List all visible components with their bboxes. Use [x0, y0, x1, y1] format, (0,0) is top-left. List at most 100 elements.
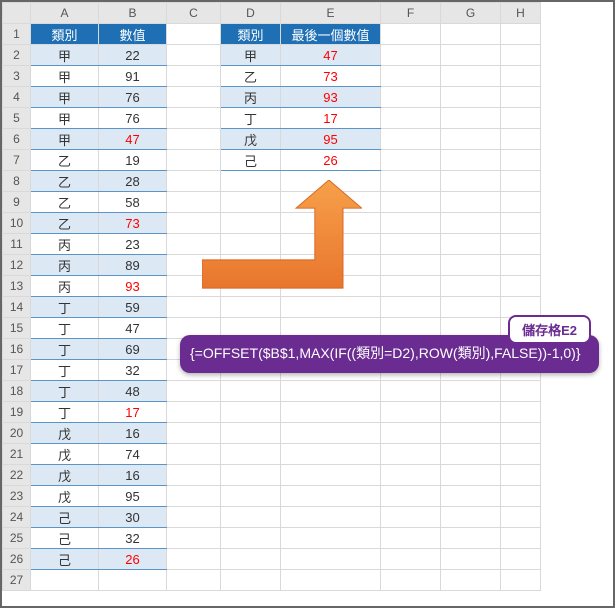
cell-F5[interactable]	[381, 108, 441, 129]
cell-D10[interactable]	[221, 213, 281, 234]
cell-E19[interactable]	[281, 402, 381, 423]
cell-D4[interactable]: 丙	[221, 87, 281, 108]
cell-A12[interactable]: 丙	[31, 255, 99, 276]
cell-H7[interactable]	[501, 150, 541, 171]
row-header-20[interactable]: 20	[3, 423, 31, 444]
row-header-13[interactable]: 13	[3, 276, 31, 297]
cell-B5[interactable]: 76	[99, 108, 167, 129]
cell-G7[interactable]	[441, 150, 501, 171]
cell-F4[interactable]	[381, 87, 441, 108]
cell-D27[interactable]	[221, 570, 281, 591]
cell-C7[interactable]	[167, 150, 221, 171]
cell-H3[interactable]	[501, 66, 541, 87]
cell-B8[interactable]: 28	[99, 171, 167, 192]
cell-A7[interactable]: 乙	[31, 150, 99, 171]
cell-A2[interactable]: 甲	[31, 45, 99, 66]
col-header-F[interactable]: F	[381, 3, 441, 24]
cell-C3[interactable]	[167, 66, 221, 87]
cell-H4[interactable]	[501, 87, 541, 108]
cell-E22[interactable]	[281, 465, 381, 486]
cell-E27[interactable]	[281, 570, 381, 591]
cell-C20[interactable]	[167, 423, 221, 444]
row-header-17[interactable]: 17	[3, 360, 31, 381]
cell-G14[interactable]	[441, 297, 501, 318]
cell-A9[interactable]: 乙	[31, 192, 99, 213]
cell-C8[interactable]	[167, 171, 221, 192]
cell-H1[interactable]	[501, 24, 541, 45]
row-header-16[interactable]: 16	[3, 339, 31, 360]
cell-D3[interactable]: 乙	[221, 66, 281, 87]
cell-C5[interactable]	[167, 108, 221, 129]
cell-H27[interactable]	[501, 570, 541, 591]
cell-F2[interactable]	[381, 45, 441, 66]
cell-G9[interactable]	[441, 192, 501, 213]
corner-cell[interactable]	[3, 3, 31, 24]
cell-D18[interactable]	[221, 381, 281, 402]
cell-B10[interactable]: 73	[99, 213, 167, 234]
cell-B23[interactable]: 95	[99, 486, 167, 507]
cell-A5[interactable]: 甲	[31, 108, 99, 129]
cell-D5[interactable]: 丁	[221, 108, 281, 129]
cell-C1[interactable]	[167, 24, 221, 45]
cell-D9[interactable]	[221, 192, 281, 213]
cell-D21[interactable]	[221, 444, 281, 465]
cell-C13[interactable]	[167, 276, 221, 297]
cell-E3[interactable]: 73	[281, 66, 381, 87]
cell-C25[interactable]	[167, 528, 221, 549]
cell-F9[interactable]	[381, 192, 441, 213]
row-header-15[interactable]: 15	[3, 318, 31, 339]
cell-B2[interactable]: 22	[99, 45, 167, 66]
row-header-25[interactable]: 25	[3, 528, 31, 549]
cell-G25[interactable]	[441, 528, 501, 549]
cell-F25[interactable]	[381, 528, 441, 549]
cell-H6[interactable]	[501, 129, 541, 150]
cell-F23[interactable]	[381, 486, 441, 507]
cell-D26[interactable]	[221, 549, 281, 570]
cell-H25[interactable]	[501, 528, 541, 549]
cell-D6[interactable]: 戊	[221, 129, 281, 150]
cell-A1[interactable]: 類別	[31, 24, 99, 45]
cell-A20[interactable]: 戊	[31, 423, 99, 444]
cell-G1[interactable]	[441, 24, 501, 45]
cell-H22[interactable]	[501, 465, 541, 486]
cell-F12[interactable]	[381, 255, 441, 276]
cell-C24[interactable]	[167, 507, 221, 528]
cell-E18[interactable]	[281, 381, 381, 402]
cell-F22[interactable]	[381, 465, 441, 486]
cell-D8[interactable]	[221, 171, 281, 192]
cell-C9[interactable]	[167, 192, 221, 213]
cell-H21[interactable]	[501, 444, 541, 465]
cell-D12[interactable]	[221, 255, 281, 276]
cell-B12[interactable]: 89	[99, 255, 167, 276]
cell-C22[interactable]	[167, 465, 221, 486]
cell-G22[interactable]	[441, 465, 501, 486]
cell-G3[interactable]	[441, 66, 501, 87]
cell-A4[interactable]: 甲	[31, 87, 99, 108]
cell-A13[interactable]: 丙	[31, 276, 99, 297]
row-header-18[interactable]: 18	[3, 381, 31, 402]
cell-G11[interactable]	[441, 234, 501, 255]
cell-G6[interactable]	[441, 129, 501, 150]
cell-B6[interactable]: 47	[99, 129, 167, 150]
cell-H9[interactable]	[501, 192, 541, 213]
cell-D14[interactable]	[221, 297, 281, 318]
row-header-21[interactable]: 21	[3, 444, 31, 465]
row-header-2[interactable]: 2	[3, 45, 31, 66]
cell-C18[interactable]	[167, 381, 221, 402]
cell-B19[interactable]: 17	[99, 402, 167, 423]
cell-H12[interactable]	[501, 255, 541, 276]
cell-E7[interactable]: 26	[281, 150, 381, 171]
cell-C6[interactable]	[167, 129, 221, 150]
cell-E24[interactable]	[281, 507, 381, 528]
cell-C23[interactable]	[167, 486, 221, 507]
cell-G24[interactable]	[441, 507, 501, 528]
row-header-4[interactable]: 4	[3, 87, 31, 108]
row-header-27[interactable]: 27	[3, 570, 31, 591]
cell-B13[interactable]: 93	[99, 276, 167, 297]
cell-A6[interactable]: 甲	[31, 129, 99, 150]
cell-G2[interactable]	[441, 45, 501, 66]
col-header-A[interactable]: A	[31, 3, 99, 24]
cell-F18[interactable]	[381, 381, 441, 402]
cell-C10[interactable]	[167, 213, 221, 234]
cell-C21[interactable]	[167, 444, 221, 465]
